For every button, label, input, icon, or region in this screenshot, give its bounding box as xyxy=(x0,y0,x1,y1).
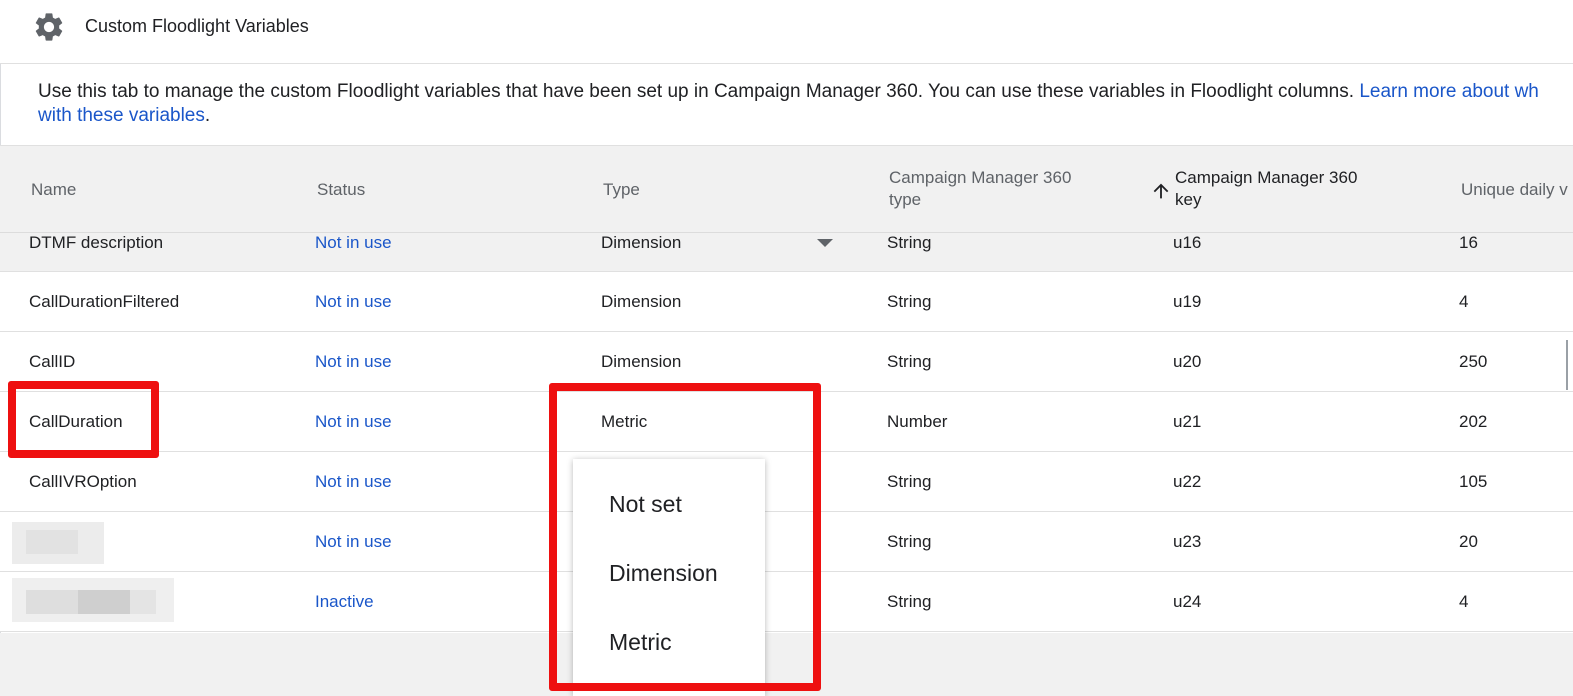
cell-status[interactable]: Not in use xyxy=(315,292,392,312)
column-header-cm-type[interactable]: Campaign Manager 360 type xyxy=(889,167,1071,211)
sort-ascending-icon[interactable] xyxy=(1150,180,1172,202)
table-row[interactable]: Not in use String u23 20 xyxy=(0,512,1573,572)
column-header-cm-key[interactable]: Campaign Manager 360 key xyxy=(1175,167,1357,211)
cell-cm-type: Number xyxy=(887,412,948,431)
learn-more-link[interactable]: Learn more about wh xyxy=(1359,81,1539,102)
cell-status[interactable]: Not in use xyxy=(315,233,392,253)
learn-more-link-cont[interactable]: with these variables xyxy=(38,105,205,126)
cell-type[interactable]: Dimension xyxy=(601,233,681,253)
menu-option-metric[interactable]: Metric xyxy=(609,629,672,656)
column-header-cm-type-line1: Campaign Manager 360 xyxy=(889,168,1072,187)
cell-key: u16 xyxy=(1173,233,1202,252)
cell-unique: 4 xyxy=(1459,592,1469,611)
cell-cm-type: String xyxy=(887,592,932,611)
cell-status[interactable]: Inactive xyxy=(315,592,374,612)
cell-type[interactable]: Dimension xyxy=(601,352,681,372)
description-trailing: . xyxy=(204,105,211,126)
menu-option-not-set[interactable]: Not set xyxy=(609,491,682,518)
table-row[interactable]: CallID Not in use Dimension String u20 2… xyxy=(0,332,1573,392)
cell-key: u20 xyxy=(1173,352,1202,371)
cell-type[interactable]: Dimension xyxy=(601,292,681,312)
type-dropdown-arrow-icon[interactable] xyxy=(817,239,833,247)
redacted-name-detail xyxy=(78,590,130,614)
redacted-name-detail xyxy=(26,590,78,614)
redacted-name-detail xyxy=(130,590,156,614)
column-header-unique-daily[interactable]: Unique daily v xyxy=(1461,179,1568,201)
column-header-cm-key-line2: key xyxy=(1175,190,1202,209)
cell-name: CallIVROption xyxy=(29,472,137,491)
cell-key: u24 xyxy=(1173,592,1202,611)
page-header: Custom Floodlight Variables xyxy=(0,0,1573,64)
column-header-status[interactable]: Status xyxy=(317,179,365,201)
cell-cm-type: String xyxy=(887,292,932,311)
cell-unique: 4 xyxy=(1459,292,1469,311)
cell-name: CallID xyxy=(29,352,76,371)
page-description: Use this tab to manage the custom Floodl… xyxy=(38,80,1573,128)
cell-key: u19 xyxy=(1173,292,1202,311)
cell-cm-type: String xyxy=(887,532,932,551)
column-header-name[interactable]: Name xyxy=(31,179,76,201)
cell-name: CallDuration xyxy=(29,412,123,431)
column-header-type[interactable]: Type xyxy=(603,179,640,201)
table-footer xyxy=(0,633,1573,696)
cell-key: u21 xyxy=(1173,412,1202,431)
cell-unique: 250 xyxy=(1459,352,1488,371)
cell-cm-type: String xyxy=(887,233,932,252)
description-text: Use this tab to manage the custom Floodl… xyxy=(38,81,1360,102)
cell-status[interactable]: Not in use xyxy=(315,532,392,552)
scrollbar[interactable] xyxy=(1566,340,1568,390)
cell-unique: 16 xyxy=(1459,233,1478,252)
table-row[interactable]: Inactive String u24 4 xyxy=(0,572,1573,632)
cell-status[interactable]: Not in use xyxy=(315,412,392,432)
cell-name: DTMF description xyxy=(29,233,164,252)
table-row[interactable]: CallIVROption Not in use String u22 105 xyxy=(0,452,1573,512)
table-row[interactable]: CallDuration Not in use Metric Number u2… xyxy=(0,392,1573,452)
cell-unique: 105 xyxy=(1459,472,1488,491)
cell-status[interactable]: Not in use xyxy=(315,472,392,492)
table-header: Name Status Type Campaign Manager 360 ty… xyxy=(0,145,1573,233)
column-header-cm-type-line2: type xyxy=(889,190,922,209)
menu-option-dimension[interactable]: Dimension xyxy=(609,560,718,587)
gear-icon[interactable] xyxy=(32,10,66,44)
cell-key: u22 xyxy=(1173,472,1202,491)
cell-cm-type: String xyxy=(887,472,932,491)
cell-key: u23 xyxy=(1173,532,1202,551)
cell-type[interactable]: Metric xyxy=(601,412,647,432)
cell-name: CallDurationFiltered xyxy=(29,292,180,311)
cell-cm-type: String xyxy=(887,352,932,371)
type-dropdown-menu: Not set Dimension Metric xyxy=(573,459,765,696)
page-title: Custom Floodlight Variables xyxy=(85,16,309,36)
column-header-cm-key-line1: Campaign Manager 360 xyxy=(1175,168,1358,187)
cell-unique: 20 xyxy=(1459,532,1478,551)
table-row[interactable]: DTMF description Not in use Dimension St… xyxy=(0,233,1573,272)
table-row[interactable]: CallDurationFiltered Not in use Dimensio… xyxy=(0,272,1573,332)
cell-status[interactable]: Not in use xyxy=(315,352,392,372)
redacted-name-detail xyxy=(26,530,78,554)
cell-unique: 202 xyxy=(1459,412,1488,431)
